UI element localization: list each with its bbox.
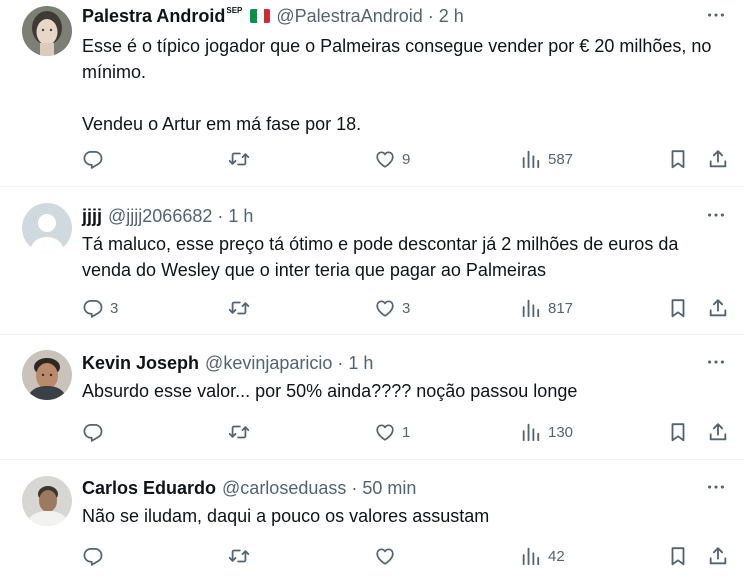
bookmark-icon (667, 148, 689, 170)
retweet-button[interactable] (228, 544, 256, 568)
retweet-icon (228, 297, 250, 319)
display-name[interactable]: Carlos Eduardo (82, 478, 216, 499)
share-icon (707, 297, 729, 319)
tweet-text: Absurdo esse valor... por 50% ainda???? … (82, 381, 578, 401)
tweet-text: Não se iludam, daqui a pouco os valores … (82, 506, 490, 526)
share-button[interactable] (707, 420, 729, 444)
tweet-header: Kevin Joseph @kevinjaparicio · 1 h (82, 352, 373, 374)
retweet-icon (228, 148, 250, 170)
user-handle[interactable]: @PalestraAndroid (276, 6, 422, 27)
tweet-text: Tá maluco, esse preço tá ótimo e pode de… (82, 234, 684, 280)
reply-button[interactable] (82, 420, 110, 444)
bookmark-button[interactable] (667, 420, 689, 444)
separator-dot: · (351, 477, 358, 498)
like-count: 9 (402, 150, 411, 168)
like-button[interactable] (374, 544, 402, 568)
reply-count: 3 (110, 299, 119, 317)
bookmark-button[interactable] (667, 147, 689, 171)
timestamp[interactable]: 2 h (439, 6, 464, 27)
more-icon[interactable] (704, 5, 728, 25)
bookmark-icon (667, 297, 689, 319)
tweet[interactable]: Carlos Eduardo @carloseduass · 50 min Nã… (0, 460, 744, 580)
retweet-icon (228, 545, 250, 567)
share-button[interactable] (707, 147, 729, 171)
user-handle[interactable]: @jjjj2066682 (108, 206, 212, 227)
tweet[interactable]: Palestra Android SEP @PalestraAndroid · 2… (0, 0, 744, 187)
view-count: 42 (548, 547, 565, 565)
more-icon[interactable] (704, 205, 728, 225)
tweet[interactable]: jjjj @jjjj2066682 · 1 h Tá maluco, esse … (0, 187, 744, 335)
like-button[interactable]: 3 (374, 296, 410, 320)
more-icon[interactable] (704, 477, 728, 497)
bookmark-button[interactable] (667, 544, 689, 568)
tweet-actions: 42 (82, 544, 732, 568)
name-superscript: SEP (226, 5, 243, 15)
reply-icon (82, 148, 104, 170)
views-button[interactable]: 130 (520, 420, 573, 444)
like-button[interactable]: 9 (374, 147, 410, 171)
separator-dot: · (217, 205, 224, 226)
display-name[interactable]: jjjj (82, 206, 102, 227)
bookmark-icon (667, 545, 689, 567)
bar-chart-icon (520, 545, 542, 567)
retweet-button[interactable] (228, 147, 256, 171)
display-name[interactable]: Palestra Android (82, 6, 225, 27)
view-count: 817 (548, 299, 574, 317)
share-icon (707, 545, 729, 567)
tweet-header: Palestra Android SEP @PalestraAndroid · 2… (82, 5, 464, 27)
reply-feed: Palestra Android SEP @PalestraAndroid · 2… (0, 0, 744, 580)
italy-flag-icon (250, 9, 271, 23)
reply-icon (82, 297, 104, 319)
reply-icon (82, 545, 104, 567)
retweet-button[interactable] (228, 420, 256, 444)
share-button[interactable] (707, 296, 729, 320)
retweet-button[interactable] (228, 296, 256, 320)
reply-button[interactable]: 3 (82, 296, 118, 320)
separator-dot: · (337, 352, 344, 373)
share-button[interactable] (707, 544, 729, 568)
tweet-actions: 9 587 (82, 147, 732, 171)
like-count: 1 (402, 423, 411, 441)
view-count: 587 (548, 150, 574, 168)
heart-icon (374, 148, 396, 170)
heart-icon (374, 545, 396, 567)
share-icon (707, 148, 729, 170)
like-count: 3 (402, 299, 411, 317)
tweet[interactable]: Kevin Joseph @kevinjaparicio · 1 h Absur… (0, 335, 744, 460)
tweet-actions: 3 3 817 (82, 296, 732, 320)
reply-button[interactable] (82, 147, 110, 171)
tweet-header: Carlos Eduardo @carloseduass · 50 min (82, 477, 416, 499)
share-icon (707, 421, 729, 443)
bar-chart-icon (520, 148, 542, 170)
tweet-actions: 1 130 (82, 420, 732, 444)
more-icon[interactable] (704, 352, 728, 372)
tweet-text: Esse é o típico jogador que o Palmeiras … (82, 36, 712, 134)
retweet-icon (228, 421, 250, 443)
heart-icon (374, 421, 396, 443)
views-button[interactable]: 42 (520, 544, 565, 568)
separator-dot: · (427, 5, 434, 26)
views-button[interactable]: 587 (520, 147, 573, 171)
reply-icon (82, 421, 104, 443)
views-button[interactable]: 817 (520, 296, 573, 320)
avatar[interactable] (22, 6, 72, 56)
user-handle[interactable]: @carloseduass (222, 478, 346, 499)
timestamp[interactable]: 1 h (228, 206, 253, 227)
heart-icon (374, 297, 396, 319)
avatar[interactable] (22, 476, 72, 526)
avatar[interactable] (22, 350, 72, 400)
timestamp[interactable]: 1 h (348, 353, 373, 374)
bookmark-button[interactable] (667, 296, 689, 320)
reply-button[interactable] (82, 544, 110, 568)
timestamp[interactable]: 50 min (362, 478, 416, 499)
tweet-header: jjjj @jjjj2066682 · 1 h (82, 205, 253, 227)
bar-chart-icon (520, 297, 542, 319)
like-button[interactable]: 1 (374, 420, 410, 444)
bookmark-icon (667, 421, 689, 443)
display-name[interactable]: Kevin Joseph (82, 353, 199, 374)
bar-chart-icon (520, 421, 542, 443)
user-handle[interactable]: @kevinjaparicio (205, 353, 332, 374)
avatar[interactable] (22, 203, 72, 253)
view-count: 130 (548, 423, 574, 441)
